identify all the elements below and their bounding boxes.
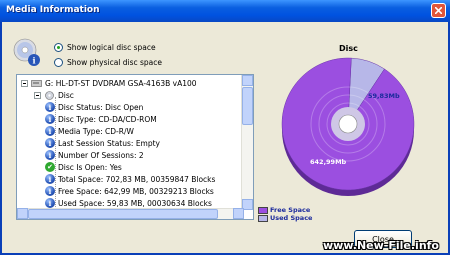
tree-item-text: Disc Is Open: Yes [58,162,122,172]
logical-space-radio[interactable] [54,42,63,52]
option-label: Show physical disc space [67,57,163,67]
info-icon: i [45,198,55,208]
info-icon: i [45,186,55,196]
drive-icon [31,79,42,87]
physical-space-radio[interactable] [54,57,63,67]
drive-label: G: HL-DT-ST DVDRAM GSA-4163B vA100 [45,78,197,88]
tree-item[interactable]: i Disc Status: Disc Open [45,101,143,113]
pie-data-label: 642,99Mb [310,158,347,166]
disc-label: Disc [58,90,74,100]
legend-label: Used Space [270,214,313,222]
pie-hole [338,114,358,134]
close-icon [435,7,442,14]
info-icon: i [45,102,55,112]
close-window-button[interactable] [431,3,446,18]
tree-item-text: Last Session Status: Empty [58,138,161,148]
info-icon: i [45,174,55,184]
collapse-toggle[interactable] [21,79,28,87]
tree-item-text: Total Space: 702,83 MB, 00359847 Blocks [58,174,216,184]
tree-item[interactable]: ✔ Disc Is Open: Yes [45,161,122,173]
tree-item[interactable]: i Last Session Status: Empty [45,137,160,149]
info-icon: i [45,138,55,148]
check-icon: ✔ [45,162,55,172]
tree-item-text: Disc Type: CD-DA/CD-ROM [58,114,157,124]
option-logical-space[interactable]: Show logical disc space [54,41,156,53]
horizontal-scrollbar[interactable] [17,208,244,219]
pie-data-label: 59,83Mb [368,92,400,100]
disc-space-pie-chart: 642,99Mb 59,83Mb [281,57,415,196]
scroll-left-button[interactable] [17,208,28,219]
collapse-toggle[interactable] [34,91,41,99]
tree-item[interactable]: i Number Of Sessions: 2 [45,149,144,161]
title-bar[interactable]: Media Information [0,0,450,22]
tree-item-text: Number Of Sessions: 2 [58,150,144,160]
vertical-scrollbar[interactable] [241,75,253,210]
tree-item[interactable]: i Media Type: CD-R/W [45,125,134,137]
tree-item-text: Disc Status: Disc Open [58,102,144,112]
info-icon: i [45,126,55,136]
legend-label: Free Space [270,206,311,214]
option-label: Show logical disc space [67,42,156,52]
svg-text:i: i [32,56,35,66]
legend-item-free: Free Space [258,206,312,214]
scroll-thumb[interactable] [242,87,253,125]
info-icon: i [45,150,55,160]
media-info-tree[interactable]: G: HL-DT-ST DVDRAM GSA-4163B vA100 Disc … [16,74,254,220]
window-title: Media Information [6,5,100,15]
tree-item[interactable]: i Free Space: 642,99 MB, 00329213 Blocks [45,185,214,197]
watermark: www.New-File.info [323,239,439,252]
media-information-window: Media Information i Show logical disc sp… [0,0,450,255]
horizontal-scroll-thumb[interactable] [28,209,218,219]
free-space-swatch [258,206,268,214]
disc-info-icon: i [13,38,40,66]
scroll-up-button[interactable] [242,75,253,86]
option-physical-space[interactable]: Show physical disc space [54,56,162,68]
used-space-swatch [258,214,268,222]
tree-item-text: Used Space: 59,83 MB, 00030634 Blocks [58,198,212,208]
legend-item-used: Used Space [258,214,312,222]
tree-item[interactable]: i Disc Type: CD-DA/CD-ROM [45,113,157,125]
info-icon: i [45,114,55,124]
tree-node-disc[interactable]: Disc [34,89,74,101]
tree-item[interactable]: i Total Space: 702,83 MB, 00359847 Blocks [45,173,215,185]
scroll-right-button[interactable] [233,208,244,219]
tree-item-text: Media Type: CD-R/W [58,126,134,136]
chart-legend: Free Space Used Space [258,206,312,222]
tree-node-drive[interactable]: G: HL-DT-ST DVDRAM GSA-4163B vA100 [21,77,197,89]
tree-item-text: Free Space: 642,99 MB, 00329213 Blocks [58,186,214,196]
disc-icon [45,90,54,100]
